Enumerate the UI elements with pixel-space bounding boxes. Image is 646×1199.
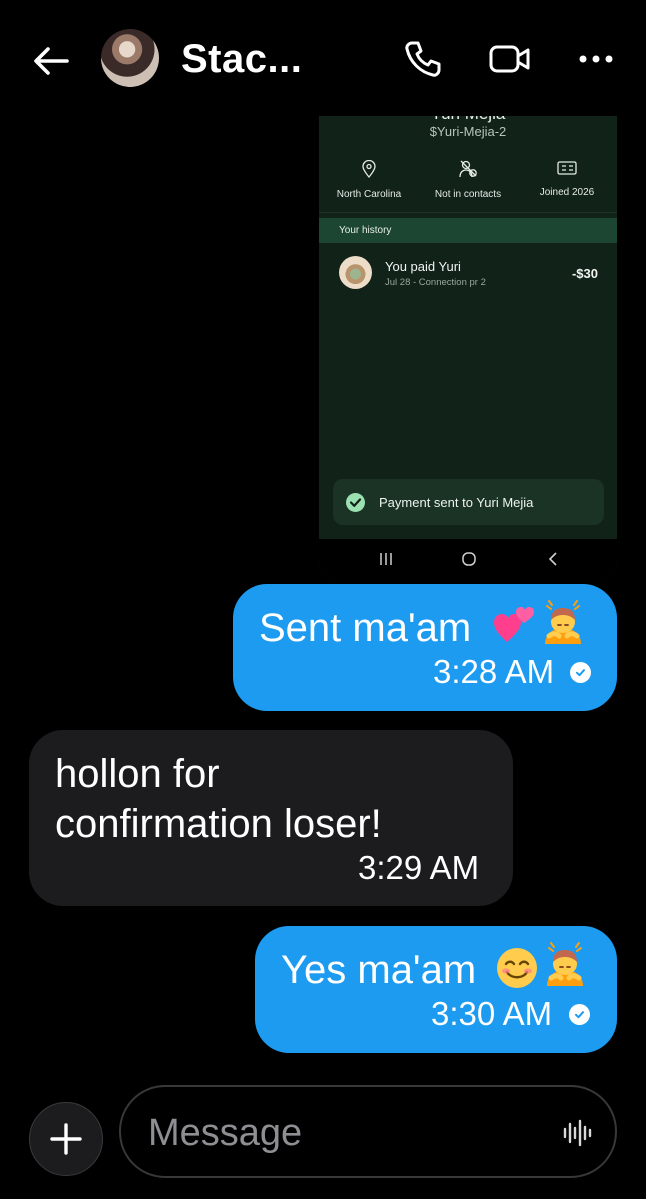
- transaction-avatar: [339, 256, 372, 289]
- message-time: 3:29 AM: [358, 849, 480, 886]
- chat-header: Stac...: [0, 0, 646, 118]
- system-navbar: [319, 539, 617, 579]
- more-options-button[interactable]: [573, 36, 619, 82]
- info-joined: Joined 2026: [517, 160, 617, 198]
- two-hearts-emoji: [494, 607, 534, 642]
- history-header: Your history: [319, 218, 617, 243]
- location-pin-icon: [362, 159, 376, 178]
- info-location: North Carolina: [319, 159, 419, 200]
- message-text: Sent ma'am: [259, 606, 472, 650]
- message-bubble-sent[interactable]: Sent ma'am 3:28 AM: [233, 584, 617, 711]
- recents-icon: [371, 547, 401, 571]
- message-text-line: hollon for: [55, 752, 220, 796]
- history-label: Your history: [339, 225, 392, 236]
- add-attachment-button[interactable]: [29, 1102, 103, 1176]
- divider: [319, 212, 617, 213]
- plus-icon: [50, 1123, 82, 1155]
- id-card-icon: [557, 161, 577, 175]
- message-bubble-sent[interactable]: Yes ma'am 3:30 AM: [255, 926, 617, 1053]
- video-call-button[interactable]: [487, 36, 533, 82]
- check-circle-icon: [346, 493, 365, 512]
- message-input[interactable]: [148, 1111, 528, 1155]
- info-contacts: Not in contacts: [418, 160, 518, 200]
- info-label: Not in contacts: [434, 189, 502, 200]
- message-text: Yes ma'am: [281, 948, 477, 992]
- transaction-amount: -$30: [571, 266, 598, 281]
- recipient-name: Yuri Mejia: [319, 116, 617, 124]
- arrow-left-icon: [34, 47, 69, 75]
- image-attachment[interactable]: Yuri Mejia $Yuri-Mejia-2 North Carolina …: [319, 116, 617, 579]
- person-bowing-emoji: [547, 942, 583, 986]
- message-text-line: confirmation loser!: [55, 802, 382, 846]
- recipient-cashtag: $Yuri-Mejia-2: [429, 124, 507, 139]
- back-button[interactable]: [28, 38, 74, 84]
- message-time: 3:30 AM: [431, 995, 553, 1032]
- home-icon: [454, 547, 484, 571]
- person-off-icon: [459, 160, 477, 178]
- transaction-title: You paid Yuri: [385, 259, 461, 274]
- toast-text: Payment sent to Yuri Mejia: [379, 495, 534, 510]
- transaction-subtitle: Jul 28 - Connection pr 2: [385, 277, 486, 288]
- read-receipt-icon: [570, 662, 591, 683]
- info-label: Joined 2026: [539, 187, 595, 198]
- message-bubble-received[interactable]: hollon for confirmation loser! 3:29 AM: [29, 730, 513, 906]
- audio-waveform-icon: [563, 1119, 592, 1147]
- phone-icon: [405, 41, 441, 77]
- person-bowing-emoji: [545, 600, 581, 644]
- message-composer: [119, 1085, 617, 1178]
- payment-toast: Payment sent to Yuri Mejia: [333, 479, 604, 525]
- info-label: North Carolina: [336, 189, 402, 200]
- voice-message-button[interactable]: [561, 1117, 593, 1149]
- contact-name[interactable]: Stac...: [181, 37, 302, 82]
- video-camera-icon: [489, 45, 530, 73]
- more-dots-icon: [579, 55, 613, 63]
- contact-avatar[interactable]: [101, 29, 159, 87]
- smiling-face-emoji: [497, 948, 537, 988]
- back-icon: [538, 547, 568, 571]
- voice-call-button[interactable]: [400, 36, 446, 82]
- message-time: 3:28 AM: [433, 653, 555, 690]
- read-receipt-icon: [569, 1004, 590, 1025]
